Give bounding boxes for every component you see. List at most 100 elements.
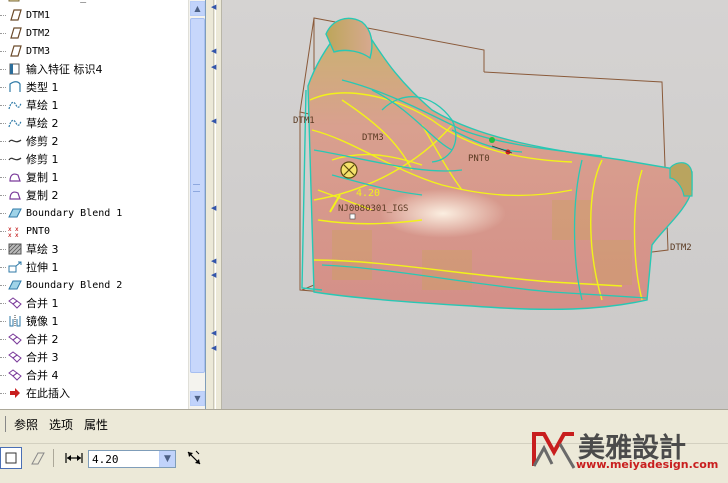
merge-icon xyxy=(7,368,23,382)
watermark-logo: 美雅設計 www.meiyadesign.com xyxy=(528,424,728,476)
scrollbar-thumb[interactable] xyxy=(190,18,205,373)
tree-item[interactable]: 镜像 1 xyxy=(0,312,188,330)
tree-item[interactable]: 合并 1 xyxy=(0,294,188,312)
panel-sash[interactable]: ◀ ◀ ◀ ◀ ◀ ◀ ◀ ◀ ◀ xyxy=(206,0,222,409)
tree-item[interactable]: 合并 2 xyxy=(0,330,188,348)
tree-item[interactable]: 拉伸 1 xyxy=(0,258,188,276)
tree-connector xyxy=(0,194,6,196)
tree-item[interactable]: 复制 2 xyxy=(0,186,188,204)
sash-arrow-icon[interactable]: ◀ xyxy=(211,205,217,212)
dashboard-tabs: 参照 选项 属性 xyxy=(0,414,119,434)
tree-vertical-scrollbar[interactable]: ▲ ▼ xyxy=(188,0,205,409)
surface-extrude-button[interactable] xyxy=(27,447,49,469)
tree-item-label: DTM2 xyxy=(26,27,51,39)
graphics-window[interactable]: DTM1 DTM2 DTM3 PNT0 NJ0080301_IGS 4.20 xyxy=(222,0,728,409)
tree-item[interactable]: Boundary Blend 2 xyxy=(0,276,188,294)
tree-connector xyxy=(0,302,6,304)
tree-item[interactable]: Boundary Blend 1 xyxy=(0,204,188,222)
model-view[interactable]: DTM1 DTM2 DTM3 PNT0 NJ0080301_IGS 4.20 xyxy=(222,0,728,409)
tree-item[interactable]: DTM3 xyxy=(0,42,188,60)
tree-connector xyxy=(0,86,6,88)
tree-item[interactable]: DTM2 xyxy=(0,24,188,42)
tree-connector xyxy=(0,68,6,70)
sash-arrow-icon[interactable]: ◀ xyxy=(211,258,217,265)
tree-item-label: 在此插入 xyxy=(26,387,70,400)
tree-item[interactable]: 输入特征 标识4 xyxy=(0,60,188,78)
tree-item-label: DTM3 xyxy=(26,45,51,57)
scroll-down-icon[interactable]: ▼ xyxy=(190,391,205,406)
toolbar-separator xyxy=(53,449,54,467)
chevron-down-icon[interactable]: ▼ xyxy=(159,451,175,467)
depth-option-button[interactable] xyxy=(63,447,85,469)
scroll-up-icon[interactable]: ▲ xyxy=(190,1,205,16)
tree-connector xyxy=(0,176,6,178)
tree-connector xyxy=(0,320,6,322)
depth-value-combo[interactable]: 4.20 ▼ xyxy=(88,450,176,468)
sash-arrow-icon[interactable]: ◀ xyxy=(211,118,217,125)
tree-connector xyxy=(0,284,6,286)
tab-properties[interactable]: 属性 xyxy=(84,416,108,433)
tree-item-label: 修剪 2 xyxy=(26,135,59,148)
tab-references[interactable]: 参照 xyxy=(14,416,38,433)
tree-connector xyxy=(0,104,6,106)
dtm3-label: DTM3 xyxy=(362,133,384,143)
tree-item[interactable]: x x x x PNT0 xyxy=(0,222,188,240)
sash-arrow-icon[interactable]: ◀ xyxy=(211,272,217,279)
scrollbar-grip-icon xyxy=(193,184,200,192)
tree-item[interactable]: DTM1 xyxy=(0,6,188,24)
tab-options[interactable]: 选项 xyxy=(49,416,73,433)
dtm1-label: DTM1 xyxy=(293,116,315,126)
merge-icon xyxy=(7,332,23,346)
tree-item[interactable]: 草绘 1 xyxy=(0,96,188,114)
tree-item-label: 合并 4 xyxy=(26,369,59,382)
brand-mark-icon xyxy=(532,432,576,469)
tree-connector xyxy=(0,374,6,376)
tree-item-label: 复制 2 xyxy=(26,189,59,202)
sash-arrow-icon[interactable]: ◀ xyxy=(211,48,217,55)
tree-item[interactable]: 修剪 1 xyxy=(0,150,188,168)
dtm2-label: DTM2 xyxy=(670,243,692,253)
tree-item-label: 镜像 1 xyxy=(26,315,59,328)
tree-item[interactable]: 合并 4 xyxy=(0,366,188,384)
tree-item-label: NJ0080301_IGS xyxy=(26,0,104,3)
drag-handle-icon xyxy=(340,161,358,179)
datum-plane-icon xyxy=(7,26,23,40)
type-surface-icon xyxy=(7,80,23,94)
surface-icon xyxy=(31,452,45,465)
tree-item-label: 合并 3 xyxy=(26,351,59,364)
tree-item[interactable]: 在此插入 xyxy=(0,384,188,402)
tree-connector xyxy=(0,32,6,34)
tree-item[interactable]: 复制 1 xyxy=(0,168,188,186)
tree-item[interactable]: 合并 3 xyxy=(0,348,188,366)
datum-point-icon: xxxx xyxy=(7,224,23,238)
tree-item-label: PNT0 xyxy=(26,225,51,237)
datum-plane-icon xyxy=(7,8,23,22)
tree-item-label: 草绘 2 xyxy=(26,117,59,130)
tree-item-label: 合并 1 xyxy=(26,297,59,310)
sketch-hatched-icon xyxy=(7,242,23,256)
tree-item-label: 草绘 1 xyxy=(26,99,59,112)
svg-text:x: x xyxy=(15,232,19,237)
tree-connector xyxy=(0,140,6,142)
copy-icon xyxy=(7,170,23,184)
brand-url: www.meiyadesign.com xyxy=(576,458,719,471)
part-icon xyxy=(7,0,23,4)
copy-icon xyxy=(7,188,23,202)
tree-item[interactable]: 草绘 3 xyxy=(0,240,188,258)
boundary-blend-icon xyxy=(7,278,23,292)
tree-item[interactable]: 修剪 2 xyxy=(0,132,188,150)
sash-arrow-icon[interactable]: ◀ xyxy=(211,64,217,71)
merge-icon xyxy=(7,350,23,364)
flip-direction-button[interactable] xyxy=(183,447,205,469)
sash-collapse-icon[interactable]: ◀ xyxy=(211,4,217,11)
depth-value[interactable]: 4.20 xyxy=(89,453,159,466)
sash-arrow-icon[interactable]: ◀ xyxy=(211,345,217,352)
solid-extrude-button[interactable] xyxy=(0,447,22,469)
tree-connector xyxy=(0,356,6,358)
tree-item[interactable]: 类型 1 xyxy=(0,78,188,96)
sash-arrow-icon[interactable]: ◀ xyxy=(211,330,217,337)
tree-item[interactable]: 草绘 2 xyxy=(0,114,188,132)
extrude-icon xyxy=(7,260,23,274)
solid-icon xyxy=(5,452,17,464)
mirror-icon xyxy=(7,314,23,328)
